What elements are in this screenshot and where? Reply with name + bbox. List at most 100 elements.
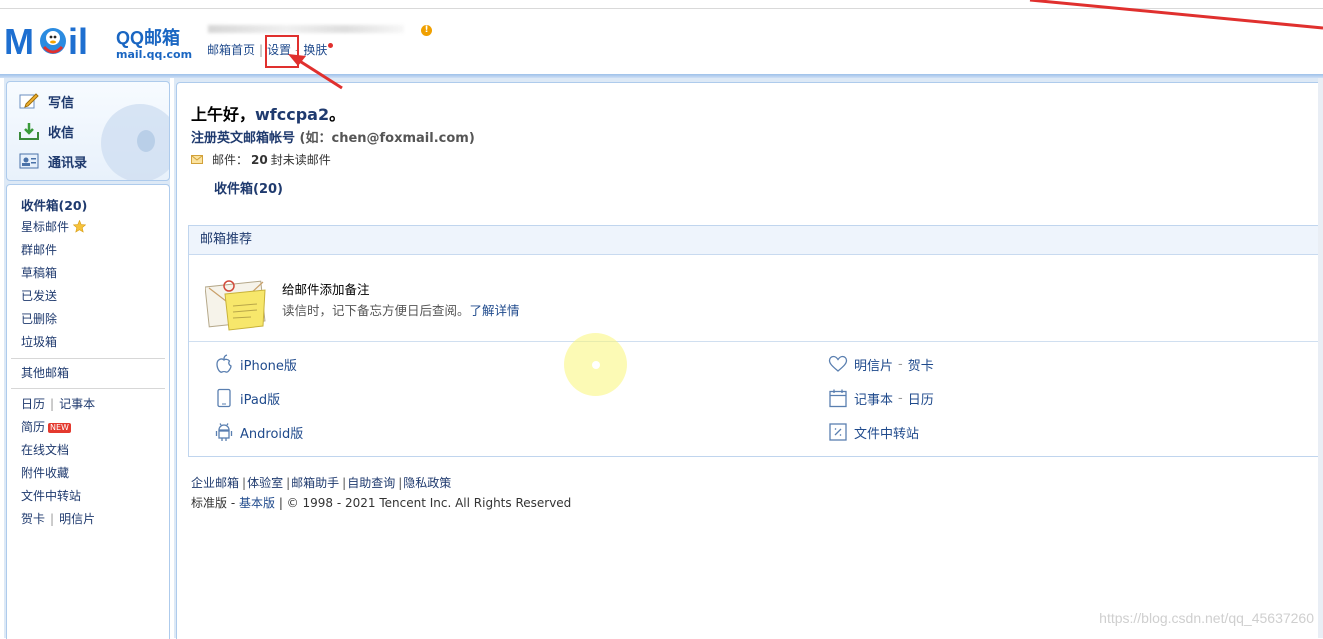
postcard-card-link[interactable]: 明信片 - 贺卡: [828, 354, 934, 374]
note-feature-title: 给邮件添加备注: [282, 282, 370, 297]
cursor-highlight: [564, 333, 627, 396]
heart-icon: [828, 355, 848, 372]
online-docs-link[interactable]: 在线文档: [21, 441, 69, 458]
separator: |: [242, 476, 247, 490]
greeting-card-label: 贺卡: [907, 358, 934, 374]
note-feature-desc: 读信时，记下备忘方便日后查阅。了解详情: [282, 300, 520, 319]
recommend-title: 邮箱推荐: [189, 226, 1323, 255]
android-label: Android版: [240, 426, 304, 442]
file-transfer-app-link[interactable]: 文件中转站: [828, 422, 919, 442]
ipad-app-link[interactable]: iPad版: [214, 388, 280, 408]
new-badge: NEW: [48, 422, 71, 433]
unread-suffix: 封未读邮件: [270, 153, 331, 167]
compose-button[interactable]: 写信: [19, 90, 74, 112]
separator: |: [259, 43, 264, 57]
penguin-decoration: [137, 130, 155, 152]
android-app-link[interactable]: Android版: [214, 422, 303, 442]
resume-label: 简历: [21, 420, 46, 434]
footer-link-enterprise[interactable]: 企业邮箱: [191, 476, 239, 490]
note-desc-text: 读信时，记下备忘方便日后查阅。: [282, 303, 470, 318]
separator: -: [898, 390, 903, 406]
register-english-account[interactable]: 注册英文邮箱帐号 (如：chen@foxmail.com): [191, 127, 475, 146]
folder-deleted[interactable]: 已删除: [21, 310, 57, 327]
watermark: https://blog.csdn.net/qq_45637260: [1099, 610, 1314, 626]
receive-label: 收信: [48, 125, 75, 141]
folder-spam[interactable]: 垃圾箱: [21, 333, 57, 350]
footer-link-lab[interactable]: 体验室: [247, 476, 283, 490]
svg-text:M: M: [4, 21, 34, 61]
file-transfer-label: 文件中转站: [854, 426, 920, 442]
separator: |: [286, 476, 291, 490]
notes-link[interactable]: 记事本: [59, 397, 95, 411]
tablet-icon: [217, 388, 231, 408]
calendar-icon: [829, 389, 847, 408]
logo-domain: mail.qq.com: [116, 48, 193, 61]
inbox-link[interactable]: 收件箱(20): [214, 178, 283, 197]
learn-more-link[interactable]: 了解详情: [470, 303, 520, 318]
skin-link[interactable]: 换肤: [303, 43, 327, 57]
contacts-button[interactable]: 通讯录: [19, 150, 87, 172]
folder-inbox[interactable]: 收件箱(20): [21, 195, 87, 214]
logo-title: QQ邮箱: [116, 28, 181, 48]
account-name-blurred: [208, 23, 404, 35]
mail-note-illustration: [205, 280, 266, 331]
divider: [11, 388, 165, 389]
mail-logo[interactable]: M il: [4, 21, 108, 61]
attachments-link[interactable]: 附件收藏: [21, 464, 69, 481]
envelope-icon: [191, 155, 203, 164]
sidebar: 写信 收信 通讯录 收件箱(20) 星标邮件 群邮件 草稿箱 已发送 已删除 垃…: [4, 78, 170, 639]
file-transfer-icon: [829, 423, 847, 441]
folder-list: 收件箱(20) 星标邮件 群邮件 草稿箱 已发送 已删除 垃圾箱 其他邮箱 日历…: [6, 184, 170, 639]
folder-other-mailboxes[interactable]: 其他邮箱: [21, 364, 69, 381]
register-label: 注册英文邮箱帐号: [191, 131, 296, 146]
iphone-label: iPhone版: [240, 358, 297, 374]
receive-button[interactable]: 收信: [19, 120, 74, 142]
greeting-prefix: 上午好，: [191, 105, 256, 124]
inbox-download-icon: [19, 123, 39, 140]
edition-label: 标准版: [191, 496, 228, 510]
footer-link-privacy[interactable]: 隐私政策: [403, 476, 451, 490]
copyright-text: © 1998 - 2021 Tencent Inc. All Rights Re…: [286, 496, 572, 510]
footer-link-assistant[interactable]: 邮箱助手: [291, 476, 339, 490]
register-hint: (如：chen@foxmail.com): [299, 131, 475, 146]
divider: [189, 341, 1323, 342]
contacts-icon: [19, 153, 39, 169]
compose-label: 写信: [48, 95, 75, 111]
postcard-link[interactable]: 明信片: [59, 512, 95, 526]
star-icon: [72, 219, 87, 233]
folder-sent[interactable]: 已发送: [21, 287, 57, 304]
welcome-panel: 上午好，wfccpa2。 注册英文邮箱帐号 (如：chen@foxmail.co…: [176, 82, 1323, 639]
warning-icon[interactable]: !: [421, 25, 432, 36]
header: [0, 9, 1323, 75]
notes-calendar-link[interactable]: 记事本 - 日历: [828, 388, 934, 408]
mail-label: 邮件：: [212, 153, 249, 167]
file-transfer-link[interactable]: 文件中转站: [21, 487, 81, 504]
main-area: 上午好，wfccpa2。 注册英文邮箱帐号 (如：chen@foxmail.co…: [174, 78, 1323, 639]
separator: |: [50, 397, 55, 411]
footer-link-self-service[interactable]: 自助查询: [347, 476, 395, 490]
mail-home-link[interactable]: 邮箱首页: [207, 43, 255, 57]
calendar-notes-row: 日历 | 记事本: [21, 395, 95, 412]
ipad-label: iPad版: [240, 392, 281, 408]
separator: |: [50, 512, 55, 526]
calendar-label: 日历: [907, 392, 934, 408]
iphone-app-link[interactable]: iPhone版: [214, 354, 297, 374]
right-edge-scrollbar[interactable]: [1318, 78, 1323, 638]
divider: [11, 358, 165, 359]
greeting-card-link[interactable]: 贺卡: [21, 512, 45, 526]
resume-link[interactable]: 简历 NEW: [21, 418, 71, 435]
unread-info: 邮件： 20 封未读邮件: [191, 151, 331, 168]
calendar-link[interactable]: 日历: [21, 397, 45, 411]
folder-starred[interactable]: 星标邮件: [21, 218, 87, 235]
folder-drafts[interactable]: 草稿箱: [21, 264, 57, 281]
notes-label: 记事本: [854, 392, 894, 408]
greeting-suffix: 。: [329, 105, 346, 124]
folder-groups[interactable]: 群邮件: [21, 241, 57, 258]
logo-text: QQ邮箱 mail.qq.com: [116, 24, 192, 61]
separator: |: [342, 476, 347, 490]
contacts-label: 通讯录: [48, 155, 88, 171]
compose-icon: [19, 93, 39, 109]
separator: |: [398, 476, 403, 490]
copyright-line: 标准版 - 基本版 | © 1998 - 2021 Tencent Inc. A…: [191, 496, 572, 510]
basic-edition-link[interactable]: 基本版: [239, 496, 275, 510]
